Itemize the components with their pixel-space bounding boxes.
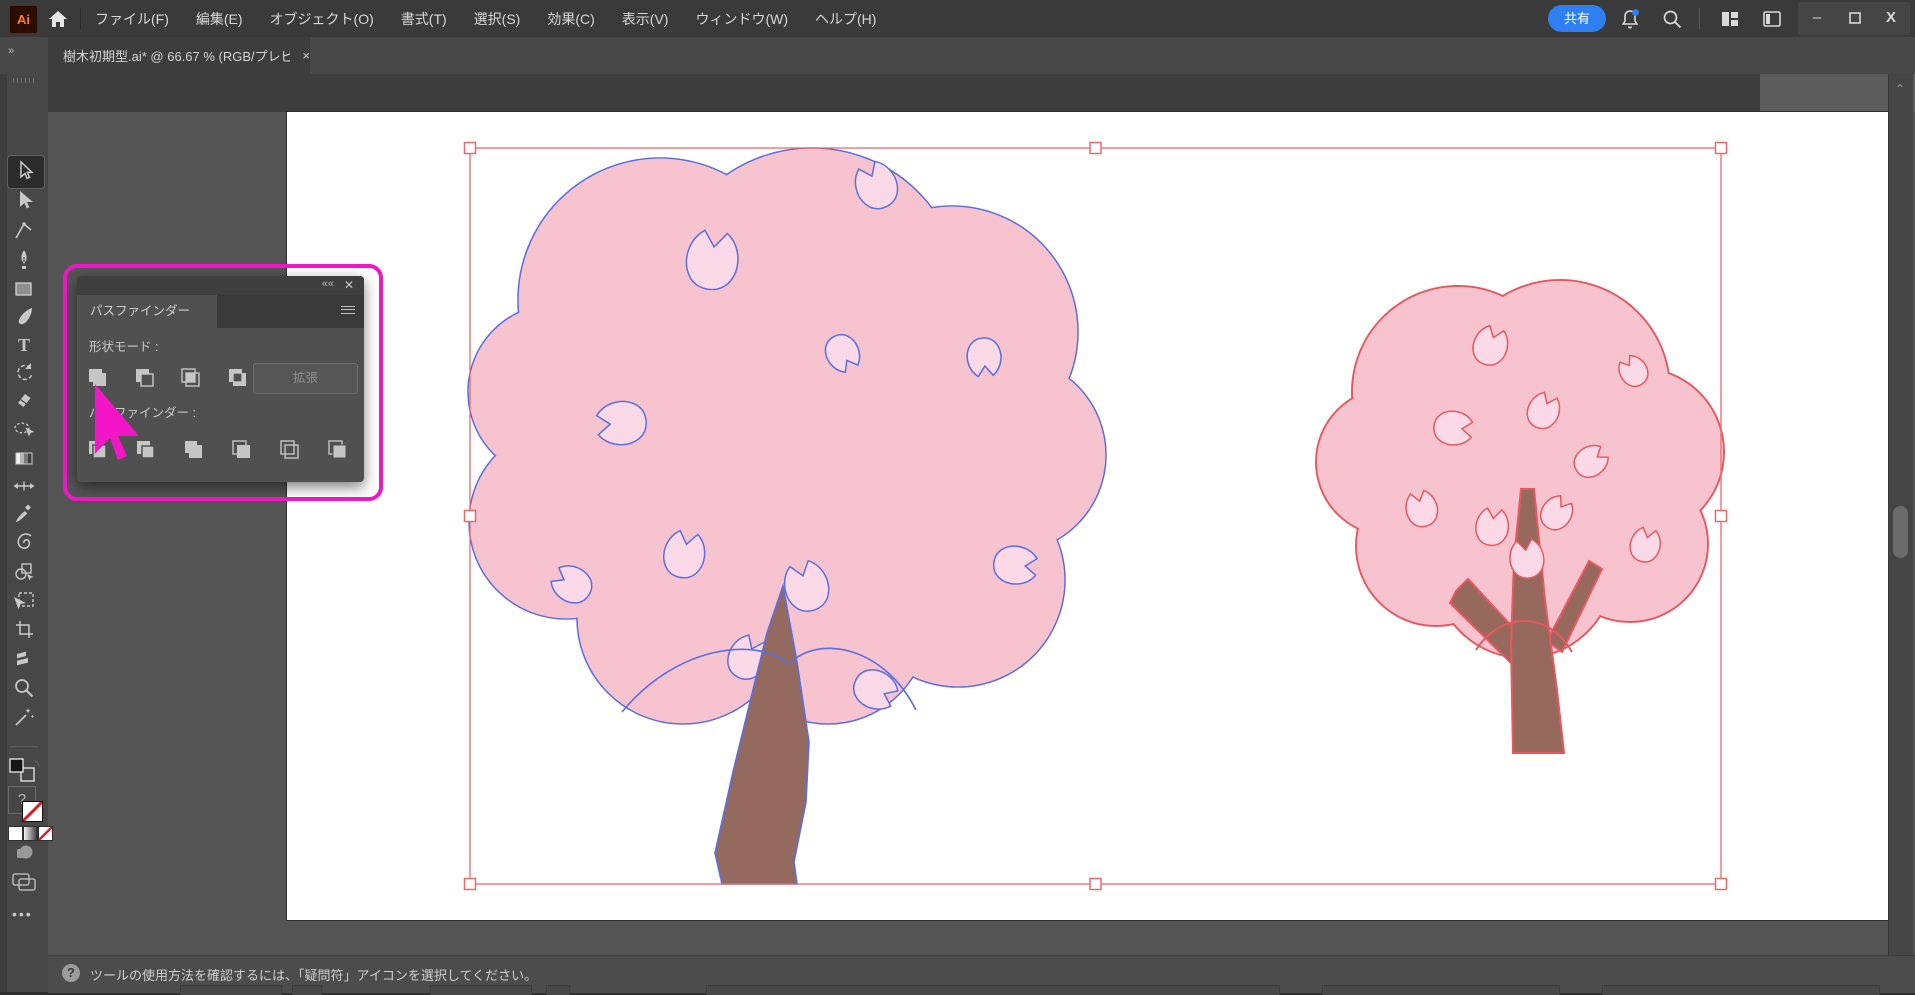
pathfinder-merge-button[interactable] — [180, 436, 206, 462]
toolbar-grip-icon[interactable] — [13, 78, 37, 83]
shape-mode-unite-button[interactable] — [84, 364, 110, 390]
fill-stroke-indicator[interactable] — [8, 758, 42, 786]
tab-close-icon[interactable]: × — [302, 48, 310, 63]
none-fill-swatch[interactable] — [22, 801, 43, 822]
screen-mode-button[interactable] — [10, 872, 38, 892]
menu-window[interactable]: ウィンドウ(W) — [695, 9, 788, 29]
menu-bar: Ai ファイル(F) 編集(E) オブジェクト(O) 書式(T) 選択(S) 効… — [0, 0, 1915, 37]
scroll-up-arrow-icon[interactable]: ⌃ — [1893, 82, 1907, 96]
gradient-tool[interactable] — [12, 446, 36, 470]
symbol-sprayer-tool[interactable] — [12, 531, 36, 555]
toolbar-divider — [10, 746, 38, 747]
rectangle-tool[interactable] — [12, 277, 36, 301]
none-swatch[interactable] — [38, 826, 53, 841]
pathfinder-divide-button[interactable] — [84, 436, 110, 462]
menu-items: ファイル(F) 編集(E) オブジェクト(O) 書式(T) 選択(S) 効果(C… — [95, 0, 876, 37]
canvas-edge-band — [48, 74, 1760, 112]
drawing-mode-button[interactable] — [12, 842, 36, 862]
pathfinder-crop-button[interactable] — [228, 436, 254, 462]
shape-builder-tool[interactable] — [12, 560, 36, 584]
scrollbar-thumb[interactable] — [1893, 506, 1908, 558]
rotate-tool[interactable] — [12, 361, 36, 385]
edit-toolbar-ellipsis[interactable]: ••• — [12, 906, 36, 922]
document-tab-bar: » 樹木初期型.ai* @ 66.67 % (RGB/プレビュー) × — [0, 37, 1915, 74]
document-tab[interactable]: 樹木初期型.ai* @ 66.67 % (RGB/プレビュー) × — [48, 37, 310, 74]
document-area: ⌃ — [48, 74, 1915, 955]
pen-tool[interactable] — [12, 248, 36, 272]
svg-text:T: T — [18, 335, 30, 355]
panel-tab-strip: パスファインダー — [77, 295, 364, 328]
close-icon[interactable]: X — [1874, 2, 1908, 34]
pathfinder-label: パスファインダー : — [89, 406, 196, 420]
shape-mode-minus-front-button[interactable] — [131, 364, 157, 390]
share-button[interactable]: 共有 — [1548, 5, 1606, 32]
menu-file[interactable]: ファイル(F) — [95, 9, 169, 29]
collapse-panel-icon[interactable]: «« — [322, 278, 334, 290]
pathfinder-trim-button[interactable] — [132, 436, 158, 462]
paintbrush-tool[interactable] — [12, 305, 36, 329]
menu-effect[interactable]: 効果(C) — [547, 9, 594, 29]
slice-tool[interactable] — [12, 618, 36, 642]
selection-tool[interactable] — [12, 159, 36, 183]
pathfinder-panel: «« ✕ パスファインダー 形状モード : 拡張 パスファインダー : — [77, 276, 364, 482]
menu-divider — [80, 8, 81, 29]
zoom-tool[interactable] — [12, 676, 36, 700]
minimize-icon[interactable]: – — [1800, 2, 1834, 34]
edge-box — [706, 985, 1280, 995]
shape-mode-label: 形状モード : — [89, 340, 159, 354]
toolbar: T ? ••• — [0, 74, 53, 992]
menu-object[interactable]: オブジェクト(O) — [270, 9, 374, 29]
edge-box — [180, 985, 282, 995]
maximize-icon[interactable] — [1838, 2, 1872, 34]
edge-box — [292, 985, 322, 995]
titlebar-divider — [1699, 8, 1700, 29]
home-icon[interactable] — [46, 7, 70, 31]
search-icon[interactable] — [1660, 7, 1684, 31]
help-circle-icon[interactable]: ? — [62, 964, 80, 982]
workspace-layout-icon[interactable] — [1718, 7, 1742, 31]
artboard[interactable] — [287, 112, 1888, 920]
panel-menu-icon[interactable] — [341, 306, 355, 317]
status-message: ツールの使用方法を確認するには、「疑問符」アイコンを選択してください。 — [90, 968, 538, 983]
menu-type[interactable]: 書式(T) — [401, 9, 447, 29]
toolbar-edge-strip — [0, 74, 7, 992]
edge-box — [1322, 985, 1560, 995]
type-tool[interactable]: T — [12, 333, 36, 357]
edge-box — [430, 985, 532, 995]
menu-help[interactable]: ヘルプ(H) — [815, 9, 876, 29]
app-logo-icon[interactable]: Ai — [9, 5, 38, 34]
edge-box — [1602, 985, 1880, 995]
rotate-view-tool[interactable] — [12, 417, 36, 441]
pathfinder-outline-button[interactable] — [276, 436, 302, 462]
magic-wand-tool[interactable] — [12, 705, 36, 729]
eraser-tool[interactable] — [12, 389, 36, 413]
graph-tool[interactable] — [12, 647, 36, 671]
expand-button[interactable]: 拡張 — [253, 363, 358, 394]
gradient-swatch[interactable] — [23, 826, 38, 841]
menu-edit[interactable]: 編集(E) — [196, 9, 243, 29]
close-panel-icon[interactable]: ✕ — [344, 278, 354, 292]
document-arrange-icon[interactable] — [1760, 7, 1784, 31]
eyedropper-tool[interactable] — [12, 502, 36, 526]
shape-mode-intersect-button[interactable] — [177, 364, 203, 390]
status-bar: ? ツールの使用方法を確認するには、「疑問符」アイコンを選択してください。 — [48, 955, 1915, 995]
vertical-scrollbar[interactable]: ⌃ — [1888, 74, 1913, 955]
edge-box — [546, 985, 570, 995]
illustrator-window: { "app": {"name": "Adobe Illustrator", "… — [0, 0, 1915, 995]
menu-view[interactable]: 表示(V) — [622, 9, 669, 29]
color-swatch[interactable] — [8, 826, 23, 841]
expand-panels-chevron-icon[interactable]: » — [8, 45, 14, 57]
panel-header[interactable]: «« ✕ — [77, 276, 364, 295]
pathfinder-panel-tab[interactable]: パスファインダー — [77, 295, 217, 328]
pathfinder-minus-back-button[interactable] — [324, 436, 350, 462]
shape-mode-exclude-button[interactable] — [224, 364, 250, 390]
direct-selection-tool[interactable] — [12, 189, 36, 213]
artboard-tool[interactable] — [12, 589, 36, 613]
width-tool[interactable] — [12, 474, 36, 498]
notifications-bell-icon[interactable] — [1618, 7, 1642, 31]
document-tab-title: 樹木初期型.ai* @ 66.67 % (RGB/プレビュー) — [63, 49, 291, 64]
curvature-tool[interactable] — [12, 219, 36, 243]
menu-select[interactable]: 選択(S) — [474, 9, 521, 29]
